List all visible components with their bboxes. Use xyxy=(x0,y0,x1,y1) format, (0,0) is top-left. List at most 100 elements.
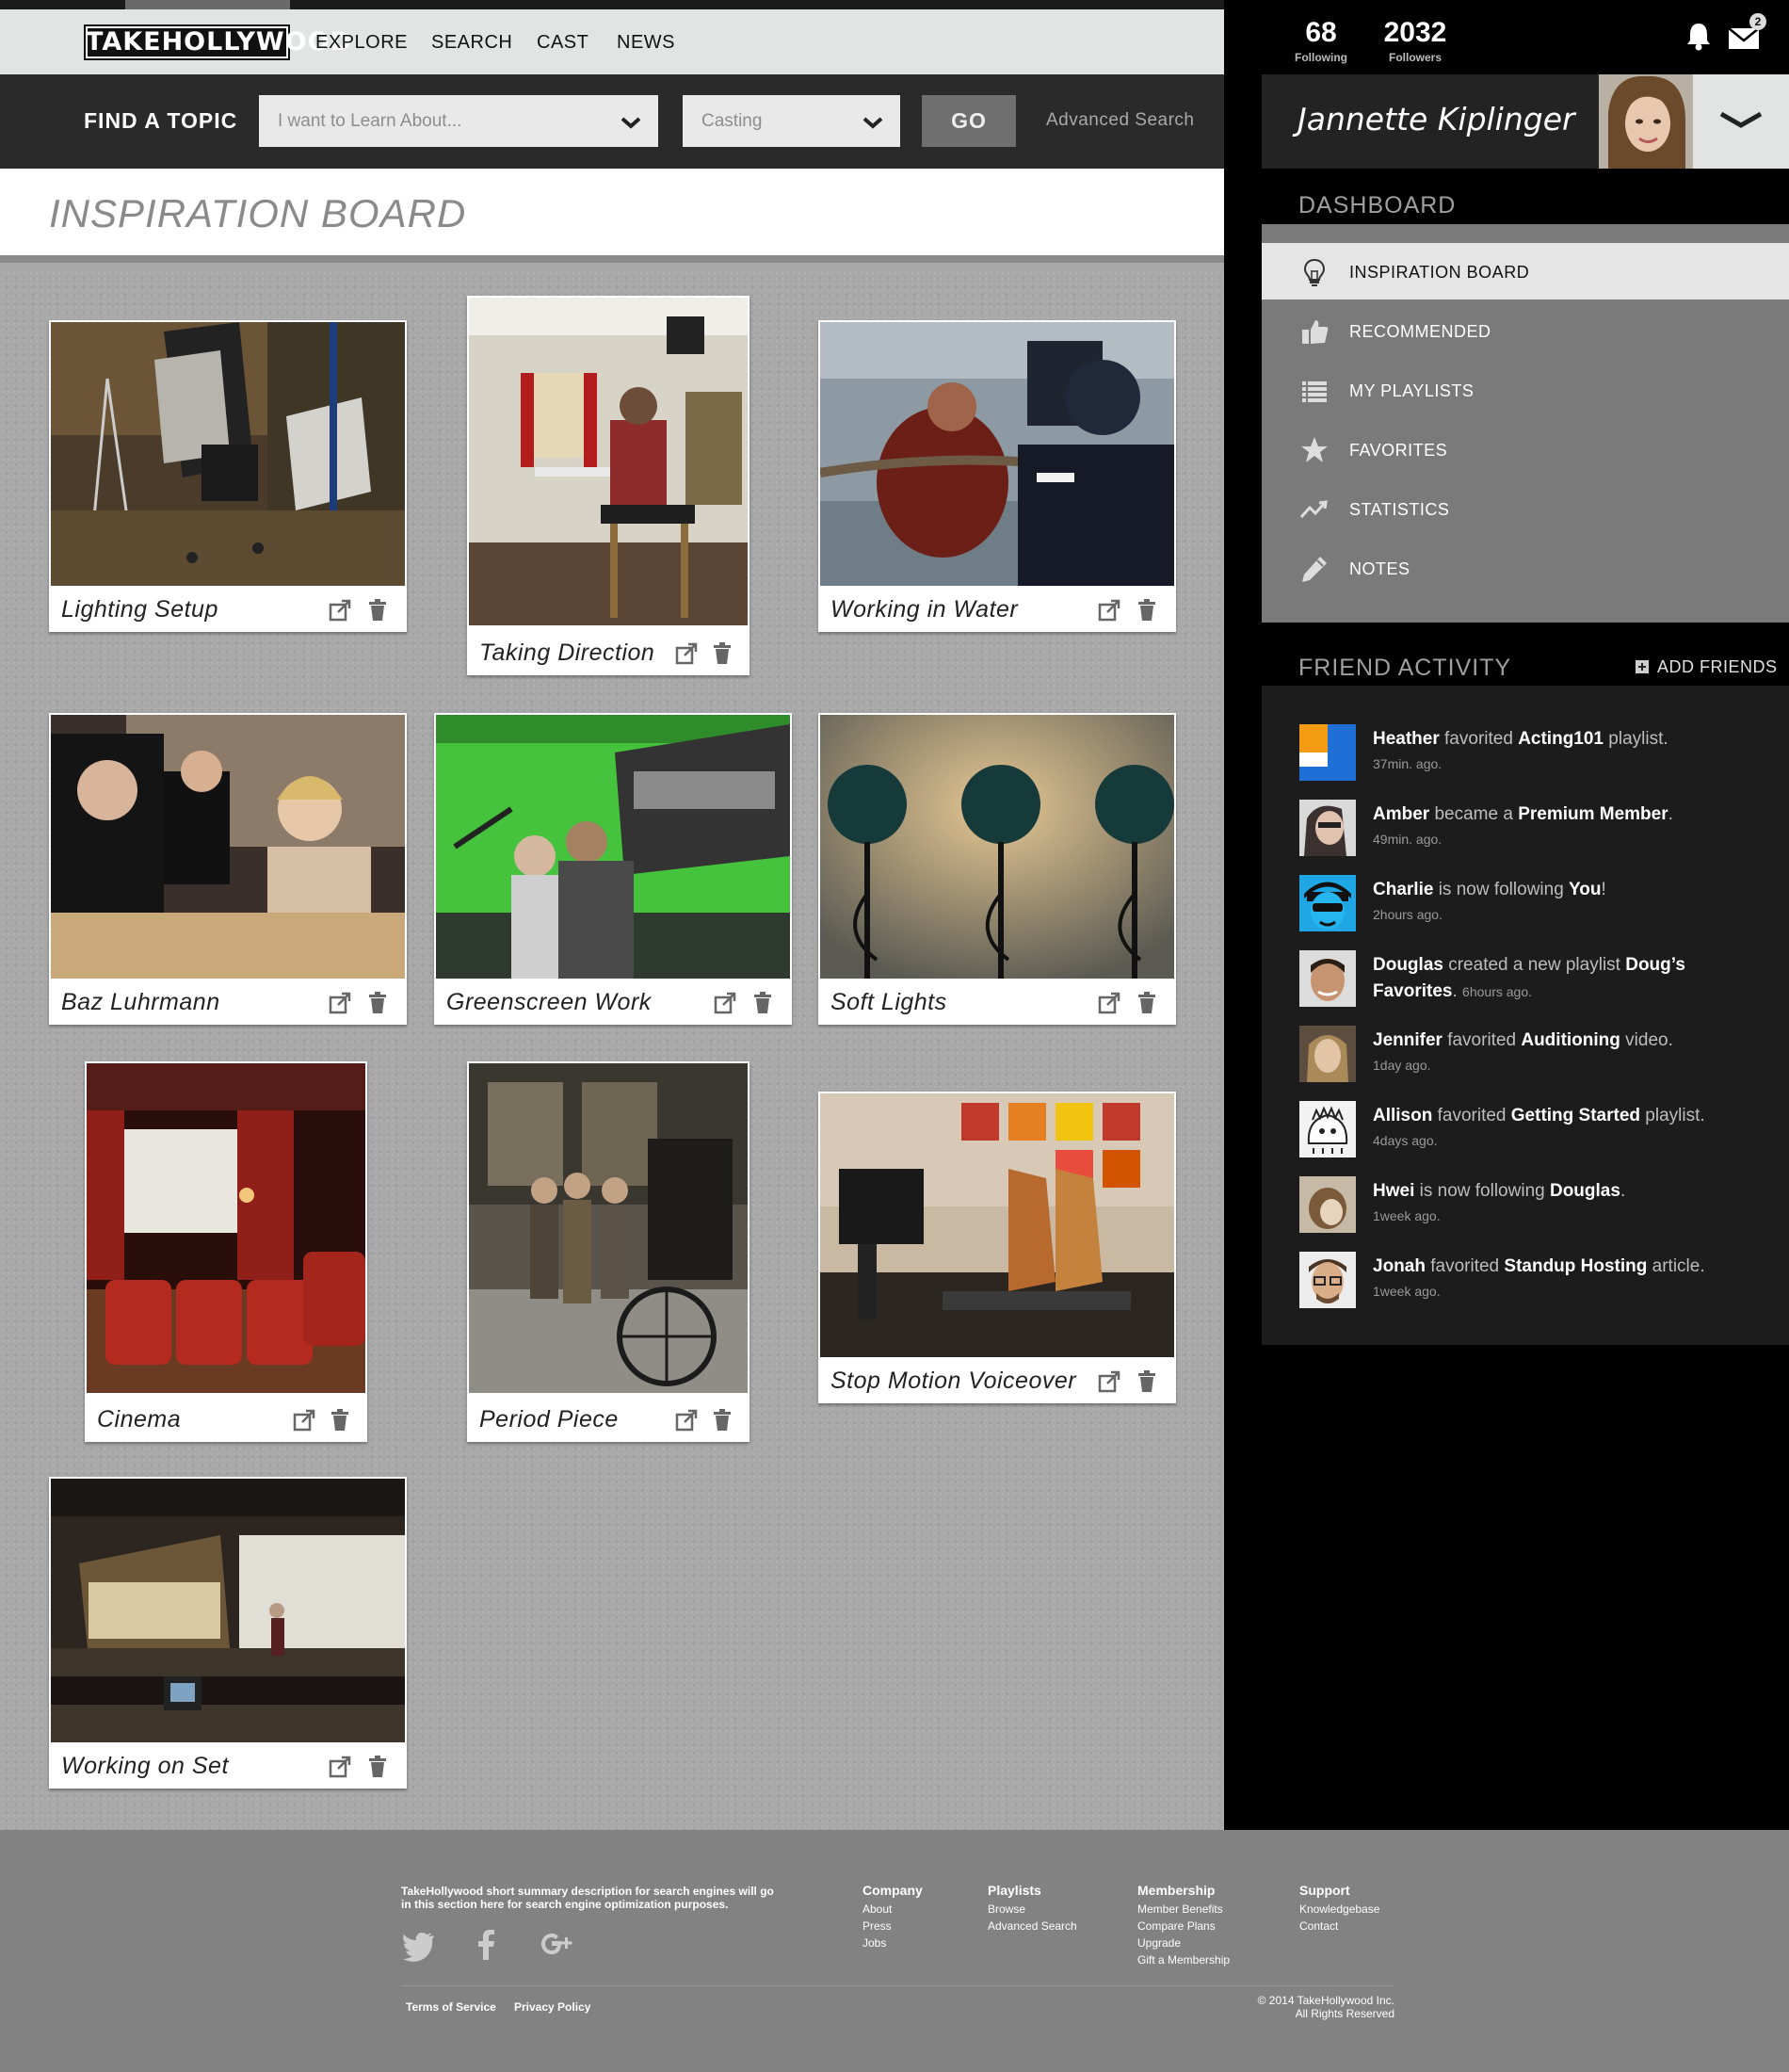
board-card[interactable]: Baz Luhrmann xyxy=(49,713,407,1025)
avatar[interactable] xyxy=(1299,724,1356,781)
footer-link[interactable]: Member Benefits xyxy=(1137,1901,1230,1918)
share-icon[interactable] xyxy=(1097,1369,1121,1394)
share-icon[interactable] xyxy=(1097,991,1121,1015)
trash-icon[interactable] xyxy=(365,598,390,623)
footer-link[interactable]: Compare Plans xyxy=(1137,1918,1230,1934)
board-card[interactable]: Lighting Setup xyxy=(49,320,407,632)
board-card[interactable]: Working in Water xyxy=(818,320,1176,632)
avatar[interactable] xyxy=(1299,1026,1356,1082)
card-image xyxy=(51,1479,405,1742)
user-name[interactable]: Jannette Kiplinger xyxy=(1297,101,1575,138)
board-card[interactable]: Taking Direction xyxy=(467,296,749,675)
facebook-icon[interactable] xyxy=(470,1928,504,1962)
friend-name[interactable]: Hwei xyxy=(1373,1181,1414,1201)
activity-target[interactable]: Premium Member xyxy=(1518,804,1668,824)
friend-name[interactable]: Allison xyxy=(1373,1106,1432,1125)
board-card[interactable]: Stop Motion Voiceover xyxy=(818,1092,1176,1403)
category-select-value: Casting xyxy=(701,111,763,131)
site-logo[interactable]: TAKEHOLLYWOOD xyxy=(84,24,351,60)
nav-explore[interactable]: EXPLORE xyxy=(315,32,408,54)
activity-suffix: . xyxy=(1452,981,1458,1001)
category-select[interactable]: Casting xyxy=(683,95,900,147)
footer-link[interactable]: Advanced Search xyxy=(988,1918,1077,1934)
activity-target[interactable]: You xyxy=(1569,880,1601,899)
add-friends-button[interactable]: ADD FRIENDS xyxy=(1636,657,1778,677)
share-icon[interactable] xyxy=(674,641,699,666)
topic-select[interactable]: I want to Learn About... xyxy=(259,95,658,147)
board-card[interactable]: Soft Lights xyxy=(818,713,1176,1025)
activity-target[interactable]: Douglas xyxy=(1550,1181,1620,1201)
google-plus-icon[interactable] xyxy=(540,1928,573,1962)
trash-icon[interactable] xyxy=(1135,1369,1159,1394)
share-icon[interactable] xyxy=(328,598,352,623)
dash-item-notes[interactable]: NOTES xyxy=(1262,540,1789,596)
friend-name[interactable]: Charlie xyxy=(1373,880,1433,899)
terms-of-service-link[interactable]: Terms of Service xyxy=(406,2000,496,2014)
footer-link[interactable]: Gift a Membership xyxy=(1137,1951,1230,1968)
avatar[interactable] xyxy=(1299,800,1356,856)
share-icon[interactable] xyxy=(674,1408,699,1433)
following-count[interactable]: 68 xyxy=(1288,17,1354,49)
page-title: INSPIRATION BOARD xyxy=(49,191,467,235)
avatar[interactable] xyxy=(1299,1176,1356,1233)
trash-icon[interactable] xyxy=(365,1755,390,1779)
activity-target[interactable]: Standup Hosting xyxy=(1504,1256,1647,1276)
card-image xyxy=(820,1093,1174,1357)
friend-name[interactable]: Amber xyxy=(1373,804,1429,824)
avatar[interactable] xyxy=(1599,74,1693,169)
dash-item-statistics[interactable]: STATISTICS xyxy=(1262,480,1789,537)
footer-link[interactable]: Knowledgebase xyxy=(1299,1901,1379,1918)
trash-icon[interactable] xyxy=(328,1408,352,1433)
footer-link[interactable]: About xyxy=(862,1901,923,1918)
activity-target[interactable]: Getting Started xyxy=(1511,1106,1640,1125)
friend-name[interactable]: Heather xyxy=(1373,729,1440,749)
privacy-policy-link[interactable]: Privacy Policy xyxy=(514,2000,590,2014)
footer-link[interactable]: Jobs xyxy=(862,1934,923,1951)
twitter-icon[interactable] xyxy=(401,1928,435,1962)
share-icon[interactable] xyxy=(328,991,352,1015)
dashboard-title: DASHBOARD xyxy=(1298,192,1457,219)
footer-link[interactable]: Contact xyxy=(1299,1918,1379,1934)
footer-link[interactable]: Upgrade xyxy=(1137,1934,1230,1951)
avatar[interactable] xyxy=(1299,875,1356,931)
share-icon[interactable] xyxy=(328,1755,352,1779)
board-card[interactable]: Greenscreen Work xyxy=(434,713,792,1025)
dash-item-recommended[interactable]: RECOMMENDED xyxy=(1262,302,1789,359)
friend-name[interactable]: Jennifer xyxy=(1373,1030,1442,1050)
go-button[interactable]: GO xyxy=(922,95,1016,147)
board-card[interactable]: Working on Set xyxy=(49,1477,407,1789)
board-card[interactable]: Cinema xyxy=(85,1061,367,1442)
trash-icon[interactable] xyxy=(750,991,775,1015)
avatar[interactable] xyxy=(1299,950,1356,1007)
advanced-search-link[interactable]: Advanced Search xyxy=(1046,110,1195,131)
avatar[interactable] xyxy=(1299,1252,1356,1308)
nav-search[interactable]: SEARCH xyxy=(431,32,512,54)
followers-count[interactable]: 2032 xyxy=(1368,17,1462,49)
trash-icon[interactable] xyxy=(365,991,390,1015)
board-card[interactable]: Period Piece xyxy=(467,1061,749,1442)
dash-item-favorites[interactable]: FAVORITES xyxy=(1262,421,1789,478)
friend-name[interactable]: Douglas xyxy=(1373,955,1443,975)
trash-icon[interactable] xyxy=(1135,598,1159,623)
share-icon[interactable] xyxy=(292,1408,316,1433)
trash-icon[interactable] xyxy=(1135,991,1159,1015)
trash-icon[interactable] xyxy=(710,1408,734,1433)
dash-item-my-playlists[interactable]: MY PLAYLISTS xyxy=(1262,362,1789,418)
trash-icon[interactable] xyxy=(710,641,734,666)
share-icon[interactable] xyxy=(713,991,737,1015)
friend-activity-panel: Heather favorited Acting101 playlist. 37… xyxy=(1262,686,1789,1345)
footer-link[interactable]: Press xyxy=(862,1918,923,1934)
dash-item-inspiration-board[interactable]: INSPIRATION BOARD xyxy=(1262,243,1789,299)
activity-target[interactable]: Auditioning xyxy=(1521,1030,1620,1050)
share-icon[interactable] xyxy=(1097,598,1121,623)
activity-text: Amber became a Premium Member. xyxy=(1373,801,1768,828)
bell-icon[interactable] xyxy=(1684,21,1713,51)
friend-name[interactable]: Jonah xyxy=(1373,1256,1426,1276)
footer-link[interactable]: Browse xyxy=(988,1901,1077,1918)
nav-cast[interactable]: CAST xyxy=(537,32,588,54)
user-menu-button[interactable] xyxy=(1693,74,1789,169)
avatar[interactable] xyxy=(1299,1101,1356,1157)
nav-news[interactable]: NEWS xyxy=(617,32,675,54)
trend-icon xyxy=(1299,500,1328,519)
activity-target[interactable]: Acting101 xyxy=(1518,729,1604,749)
